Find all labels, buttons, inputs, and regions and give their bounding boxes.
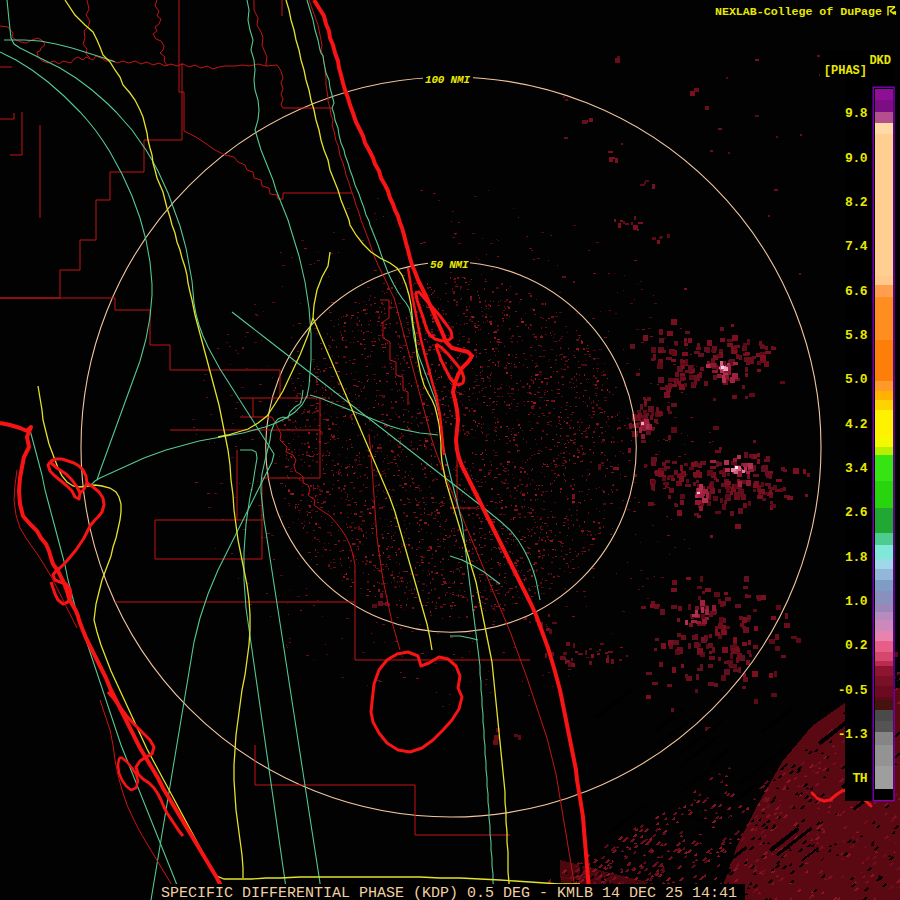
svg-text:-0.5: -0.5 (838, 683, 868, 698)
svg-text:TH: TH (852, 771, 867, 786)
svg-text:4.2: 4.2 (845, 417, 868, 432)
svg-text:[PHAS]: [PHAS] (824, 64, 867, 78)
svg-text:SPECIFIC DIFFERENTIAL PHASE (K: SPECIFIC DIFFERENTIAL PHASE (KDP) 0.5 DE… (161, 885, 737, 900)
svg-text:6.6: 6.6 (845, 284, 868, 299)
svg-text:NEXLAB-College of DuPage: NEXLAB-College of DuPage (715, 5, 882, 18)
svg-text:8.2: 8.2 (845, 195, 868, 210)
svg-text:-1.3: -1.3 (838, 727, 868, 742)
svg-text:0.2: 0.2 (845, 638, 868, 653)
svg-text:7.4: 7.4 (845, 239, 868, 254)
svg-text:DKD: DKD (869, 54, 891, 68)
svg-text:9.0: 9.0 (845, 151, 868, 166)
svg-text:9.8: 9.8 (845, 106, 868, 121)
svg-text:5.0: 5.0 (845, 372, 868, 387)
svg-text:100 NMI: 100 NMI (425, 74, 470, 86)
svg-text:1.0: 1.0 (845, 594, 868, 609)
svg-text:2.6: 2.6 (845, 505, 868, 520)
svg-text:50 NMI: 50 NMI (430, 259, 469, 271)
svg-text:1.8: 1.8 (845, 550, 868, 565)
svg-text:3.4: 3.4 (845, 461, 868, 476)
svg-text:5.8: 5.8 (845, 328, 868, 343)
